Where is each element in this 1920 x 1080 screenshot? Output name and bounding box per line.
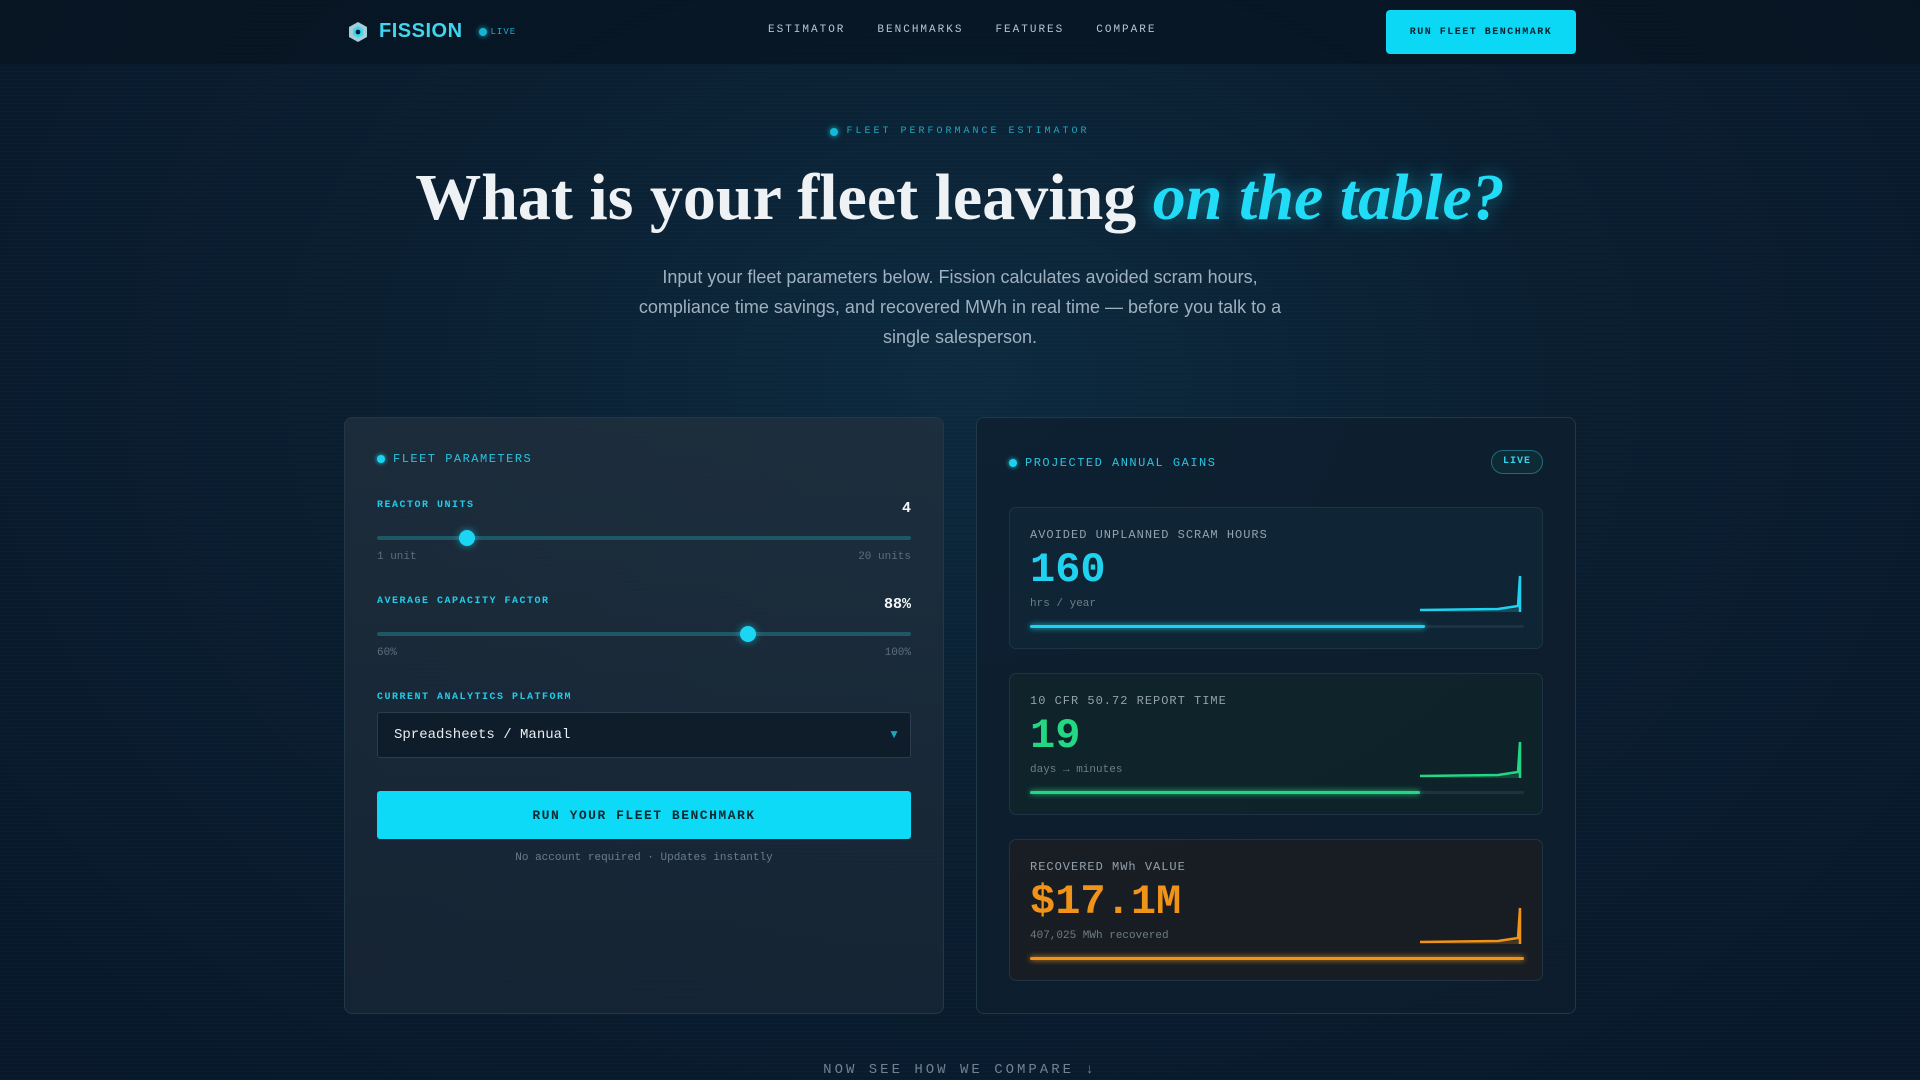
metric-progress-track <box>1030 625 1524 628</box>
metric-progress-fill <box>1030 625 1426 628</box>
metric-unit: days → minutes <box>1030 764 1123 776</box>
analytics-platform-select[interactable]: Spreadsheets / Manual ▼ <box>377 712 911 758</box>
headline-accent: on the table? <box>1152 161 1505 234</box>
capacity-factor-label: AVERAGE CAPACITY FACTOR <box>377 596 550 607</box>
metric-unit: 407,025 MWh recovered <box>1030 930 1169 942</box>
projected-gains-header: PROJECTED ANNUAL GAINS <box>1009 456 1216 470</box>
nav-link-benchmarks[interactable]: BENCHMARKS <box>877 24 963 36</box>
page-title: What is your fleet leaving on the table? <box>0 160 1920 236</box>
metric-label: AVOIDED UNPLANNED SCRAM HOURS <box>1030 528 1268 542</box>
capacity-factor-min: 60% <box>377 647 397 659</box>
projected-gains-title: PROJECTED ANNUAL GAINS <box>1025 456 1217 470</box>
capacity-factor-slider[interactable] <box>377 626 911 642</box>
benchmark-note: No account required · Updates instantly <box>515 852 773 864</box>
fleet-parameters-header: FLEET PARAMETERS <box>377 452 532 466</box>
nav-link-estimator[interactable]: ESTIMATOR <box>768 24 845 36</box>
live-indicator: LIVE <box>478 26 517 37</box>
nav-links: ESTIMATOR BENCHMARKS FEATURES COMPARE <box>768 24 1156 36</box>
metric-progress-fill <box>1030 791 1421 794</box>
metric-progress-track <box>1030 957 1524 960</box>
top-nav: FISSION LIVE ESTIMATOR BENCHMARKS FEATUR… <box>0 0 1920 64</box>
metric-value: 19 <box>1030 712 1081 760</box>
metric-card-report-time: 10 CFR 50.72 REPORT TIME 19 days → minut… <box>1009 673 1543 815</box>
live-badge: LIVE <box>1491 450 1543 474</box>
sparkline-icon <box>1420 575 1522 612</box>
fleet-parameters-title: FLEET PARAMETERS <box>393 452 533 466</box>
nav-link-features[interactable]: FEATURES <box>995 24 1064 36</box>
brand-logo[interactable]: FISSION LIVE <box>347 20 516 43</box>
metric-card-scram-hours: AVOIDED UNPLANNED SCRAM HOURS 160 hrs / … <box>1009 507 1543 649</box>
reactor-units-label: REACTOR UNITS <box>377 500 475 511</box>
metric-label: 10 CFR 50.72 REPORT TIME <box>1030 694 1227 708</box>
status-dot-icon <box>377 455 385 463</box>
reactor-units-value: 4 <box>901 500 911 517</box>
sparkline-icon <box>1420 907 1522 944</box>
eyebrow-label: FLEET PERFORMANCE ESTIMATOR <box>846 126 1090 137</box>
reactor-units-slider[interactable] <box>377 530 911 546</box>
metric-progress-track <box>1030 791 1524 794</box>
metric-value: $17.1M <box>1030 878 1182 926</box>
capacity-factor-max: 100% <box>884 647 911 659</box>
run-fleet-benchmark-button[interactable]: RUN FLEET BENCHMARK <box>1386 10 1576 54</box>
hero-eyebrow: FLEET PERFORMANCE ESTIMATOR <box>0 126 1920 137</box>
metric-label: RECOVERED MWh VALUE <box>1030 860 1186 874</box>
hexagon-atom-icon <box>349 21 367 42</box>
metric-value: 160 <box>1030 546 1106 594</box>
reactor-units-slider-thumb[interactable] <box>458 530 475 546</box>
capacity-factor-slider-thumb[interactable] <box>740 626 757 642</box>
metric-card-recovered-mwh: RECOVERED MWh VALUE $17.1M 407,025 MWh r… <box>1009 839 1543 981</box>
headline-plain: What is your fleet leaving <box>415 161 1153 234</box>
metric-progress-fill <box>1030 957 1524 960</box>
brand-name: FISSION <box>379 20 463 42</box>
live-dot-icon <box>478 27 487 36</box>
compare-scroll-link[interactable]: NOW SEE HOW WE COMPARE ↓ <box>0 1062 1920 1078</box>
run-your-fleet-benchmark-button[interactable]: RUN YOUR FLEET BENCHMARK <box>377 791 911 839</box>
reactor-units-min: 1 unit <box>377 551 417 563</box>
analytics-platform-selected: Spreadsheets / Manual <box>394 727 571 743</box>
reactor-units-max: 20 units <box>858 551 911 563</box>
projected-gains-card: PROJECTED ANNUAL GAINS LIVE AVOIDED UNPL… <box>976 417 1576 1014</box>
hero-subtitle: Input your fleet parameters below. Fissi… <box>638 267 1282 347</box>
sparkline-icon <box>1420 741 1522 778</box>
fleet-parameters-card: FLEET PARAMETERS REACTOR UNITS 4 1 unit … <box>344 417 944 1014</box>
eyebrow-dot-icon <box>830 127 839 136</box>
nav-link-compare[interactable]: COMPARE <box>1096 24 1156 36</box>
chevron-down-icon: ▼ <box>888 727 900 741</box>
analytics-platform-label: CURRENT ANALYTICS PLATFORM <box>377 692 573 703</box>
status-dot-icon <box>1009 459 1017 467</box>
metric-unit: hrs / year <box>1030 598 1097 610</box>
live-label: LIVE <box>490 26 517 37</box>
capacity-factor-value: 88% <box>883 596 911 613</box>
